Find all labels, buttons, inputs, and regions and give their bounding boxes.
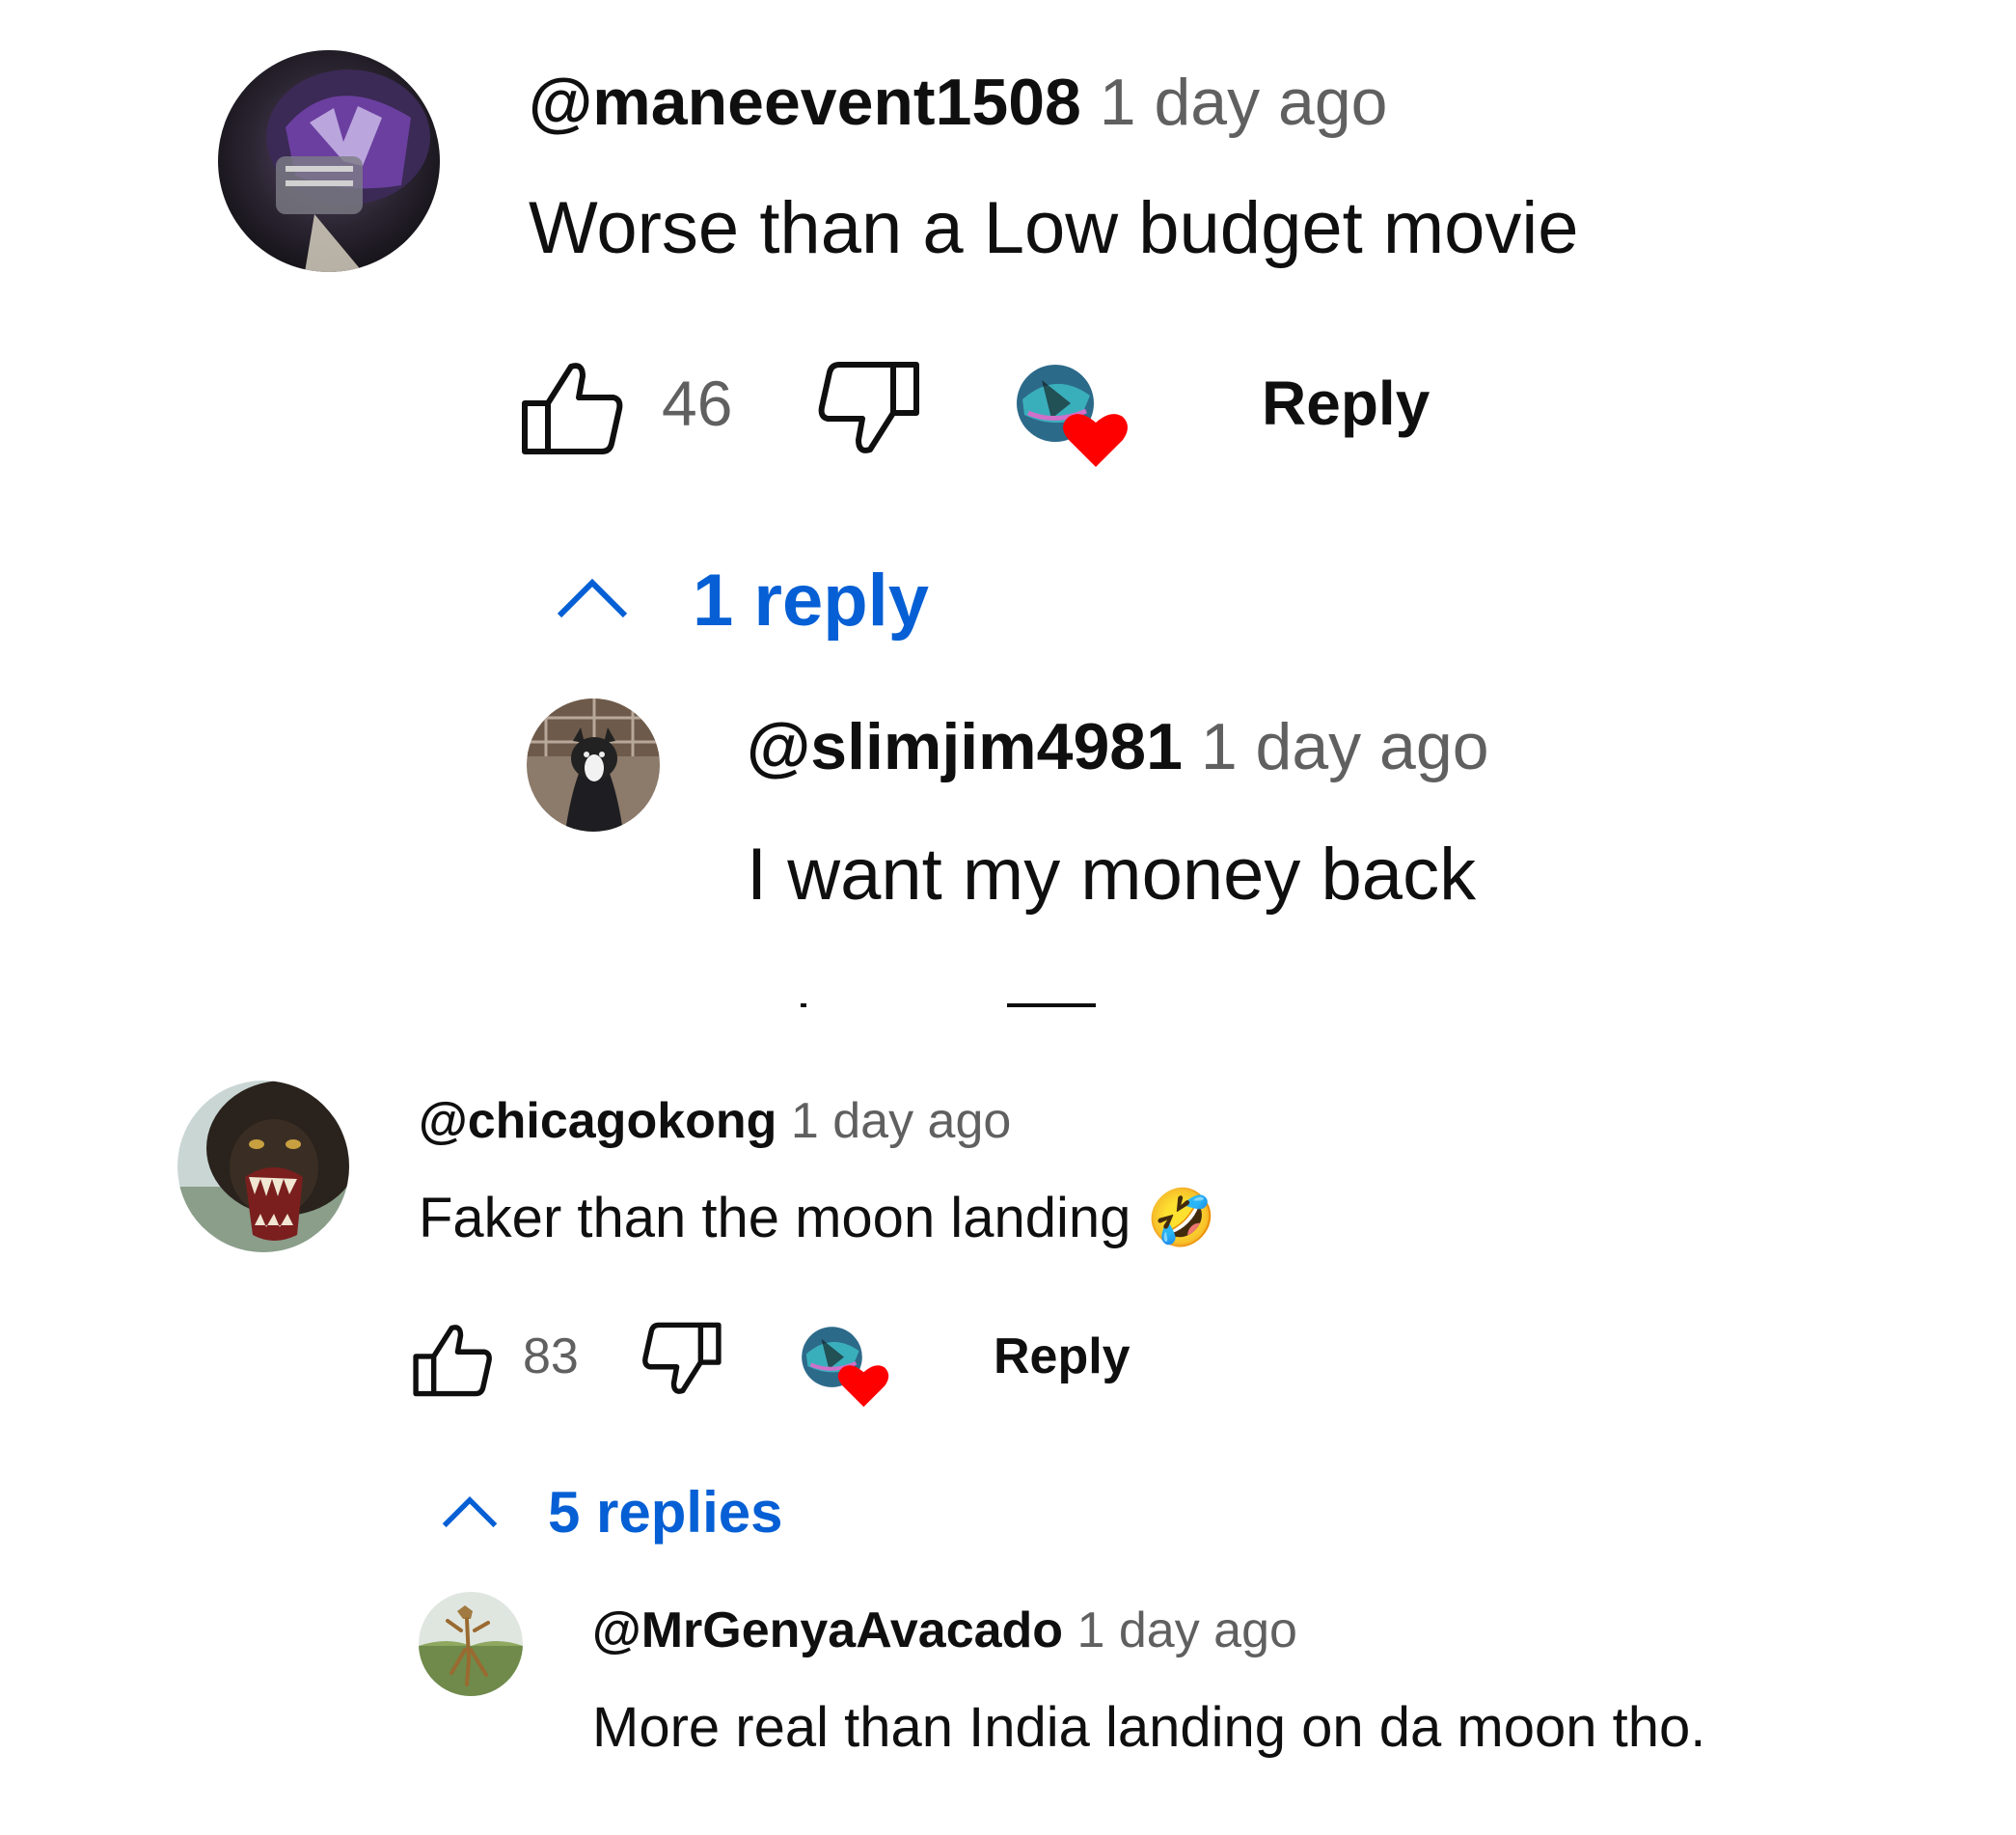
reply-button[interactable]: Reply: [1262, 365, 1430, 442]
comment-text: Faker than the moon landing 🤣: [419, 1185, 1216, 1252]
comment-timestamp[interactable]: 1 day ago: [791, 1093, 1011, 1149]
reply-button[interactable]: Reply: [994, 1326, 1131, 1387]
chevron-up-icon[interactable]: [440, 1493, 500, 1532]
rolling-laughing-emoji: 🤣: [1146, 1187, 1216, 1249]
comment-header: @chicagokong 1 day ago: [419, 1090, 1011, 1152]
helmet-avatar-icon: [218, 50, 440, 272]
chevron-up-icon[interactable]: [554, 575, 631, 623]
cropped-action-fragment: [801, 1003, 806, 1007]
commenter-handle[interactable]: @chicagokong: [419, 1093, 776, 1149]
dislike-icon[interactable]: [642, 1322, 722, 1397]
like-icon[interactable]: [521, 359, 623, 455]
replies-toggle[interactable]: 5 replies: [548, 1478, 783, 1547]
gorilla-avatar-icon: [177, 1081, 349, 1252]
reply-timestamp[interactable]: 1 day ago: [1077, 1602, 1297, 1658]
mantis-avatar-icon: [419, 1592, 523, 1696]
reply-timestamp[interactable]: 1 day ago: [1201, 710, 1489, 783]
creator-heart-icon: [802, 1327, 889, 1408]
creator-heart-icon: [1017, 365, 1128, 467]
commenter-avatar[interactable]: [218, 50, 440, 272]
commenter-avatar[interactable]: [177, 1081, 349, 1252]
reply-handle[interactable]: @MrGenyaAvacado: [592, 1602, 1063, 1658]
comment-header: @maneevent1508 1 day ago: [529, 64, 1387, 141]
replies-toggle[interactable]: 1 reply: [693, 558, 929, 644]
reply-text: I want my money back: [747, 834, 1477, 916]
reply-avatar[interactable]: [527, 698, 660, 832]
creator-heart: [1013, 361, 1129, 469]
like-count: 46: [662, 368, 733, 439]
dog-avatar-icon: [527, 698, 660, 832]
dislike-icon[interactable]: [818, 361, 920, 457]
commenter-handle[interactable]: @maneevent1508: [529, 66, 1081, 139]
reply-header: @slimjim4981 1 day ago: [747, 708, 1489, 785]
comment-timestamp[interactable]: 1 day ago: [1100, 66, 1388, 139]
reply-text: More real than India landing on da moon …: [592, 1696, 1706, 1759]
comment-text: Worse than a Low budget movie: [529, 187, 1579, 269]
reply-header: @MrGenyaAvacado 1 day ago: [592, 1600, 1297, 1661]
comment-text-body: Faker than the moon landing: [419, 1187, 1131, 1249]
reply-handle[interactable]: @slimjim4981: [747, 710, 1183, 783]
creator-heart: [799, 1324, 889, 1409]
cropped-action-fragment: [1007, 1003, 1096, 1007]
like-count: 83: [523, 1328, 579, 1384]
reply-avatar[interactable]: [419, 1592, 523, 1696]
like-icon[interactable]: [413, 1322, 492, 1397]
